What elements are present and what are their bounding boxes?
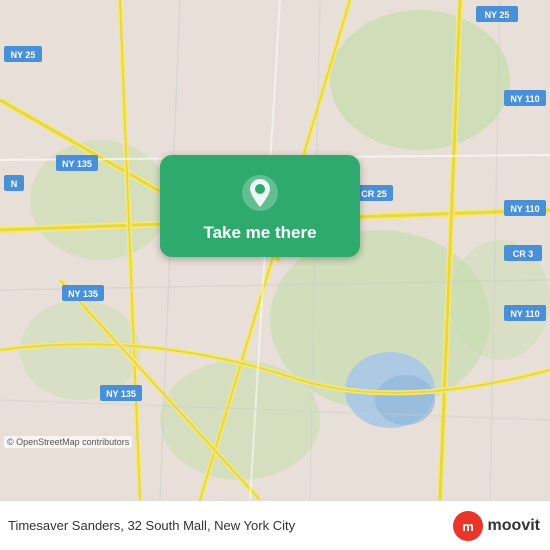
svg-text:N: N [11,179,18,189]
svg-text:NY 135: NY 135 [106,389,136,399]
svg-text:NY 110: NY 110 [510,204,539,214]
svg-text:NY 135: NY 135 [68,289,98,299]
svg-text:NY 25: NY 25 [11,50,36,60]
bottom-bar: Timesaver Sanders, 32 South Mall, New Yo… [0,500,550,550]
svg-text:NY 25: NY 25 [485,10,510,20]
map-container: NY 25 NY 25 NY 110 NY 110 NY 110 NY 135 … [0,0,550,500]
svg-text:m: m [462,519,474,534]
take-me-there-button[interactable]: Take me there [160,155,360,257]
svg-text:NY 135: NY 135 [62,159,92,169]
svg-text:NY 110: NY 110 [510,94,539,104]
moovit-logo: m moovit [452,510,540,542]
take-me-there-label: Take me there [203,223,316,243]
svg-text:NY 110: NY 110 [510,309,539,319]
moovit-icon: m [452,510,484,542]
svg-text:CR 3: CR 3 [513,249,534,259]
svg-text:CR 25: CR 25 [361,189,387,199]
moovit-text: moovit [488,517,540,535]
location-pin-icon [240,173,280,213]
location-text: Timesaver Sanders, 32 South Mall, New Yo… [8,518,452,533]
osm-attribution: © OpenStreetMap contributors [4,436,132,448]
